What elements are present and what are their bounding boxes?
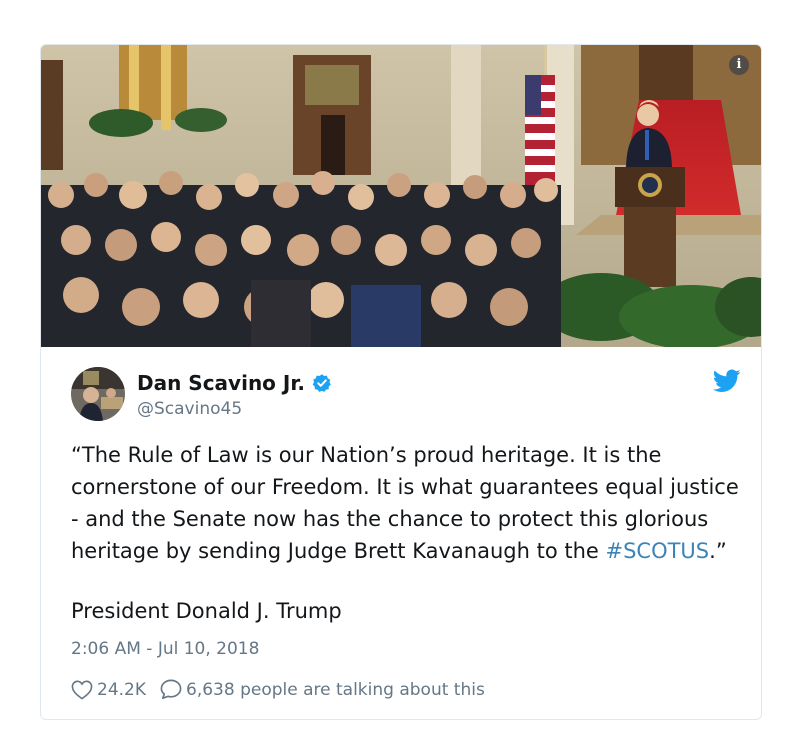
audience-crowd	[41, 171, 561, 347]
heart-icon	[71, 680, 93, 700]
talking-count: 6,638 people are talking about this	[186, 679, 485, 700]
tweet-text-end: .”	[709, 539, 727, 563]
tweet-header: Dan Scavino Jr. @Scavino45	[71, 367, 741, 423]
embedded-tweet-card: i Dan Scavino Jr. @Scavino45 “The Rule o…	[40, 44, 762, 720]
tweet-photo[interactable]: i	[41, 45, 761, 347]
author-name[interactable]: Dan Scavino Jr.	[137, 371, 305, 395]
speech-bubble-icon	[160, 679, 182, 699]
event-photo-illustration	[41, 45, 761, 347]
author-name-row: Dan Scavino Jr.	[137, 371, 332, 395]
reply-conversation-button[interactable]: 6,638 people are talking about this	[160, 679, 485, 700]
like-count: 24.2K	[97, 679, 146, 700]
avatar[interactable]	[71, 367, 125, 421]
hashtag-link[interactable]: #SCOTUS	[605, 539, 709, 563]
tweet-actions: 24.2K 6,638 people are talking about thi…	[71, 679, 485, 700]
twitter-bird-icon[interactable]	[713, 369, 741, 393]
tweet-timestamp[interactable]: 2:06 AM - Jul 10, 2018	[71, 639, 259, 659]
like-button[interactable]: 24.2K	[71, 680, 146, 700]
info-icon[interactable]: i	[729, 55, 749, 75]
tweet-signature: President Donald J. Trump	[71, 599, 342, 623]
author-handle[interactable]: @Scavino45	[137, 399, 242, 419]
avatar-image	[71, 367, 125, 421]
tweet-text: “The Rule of Law is our Nation’s proud h…	[71, 439, 741, 567]
verified-badge-icon	[312, 374, 331, 392]
